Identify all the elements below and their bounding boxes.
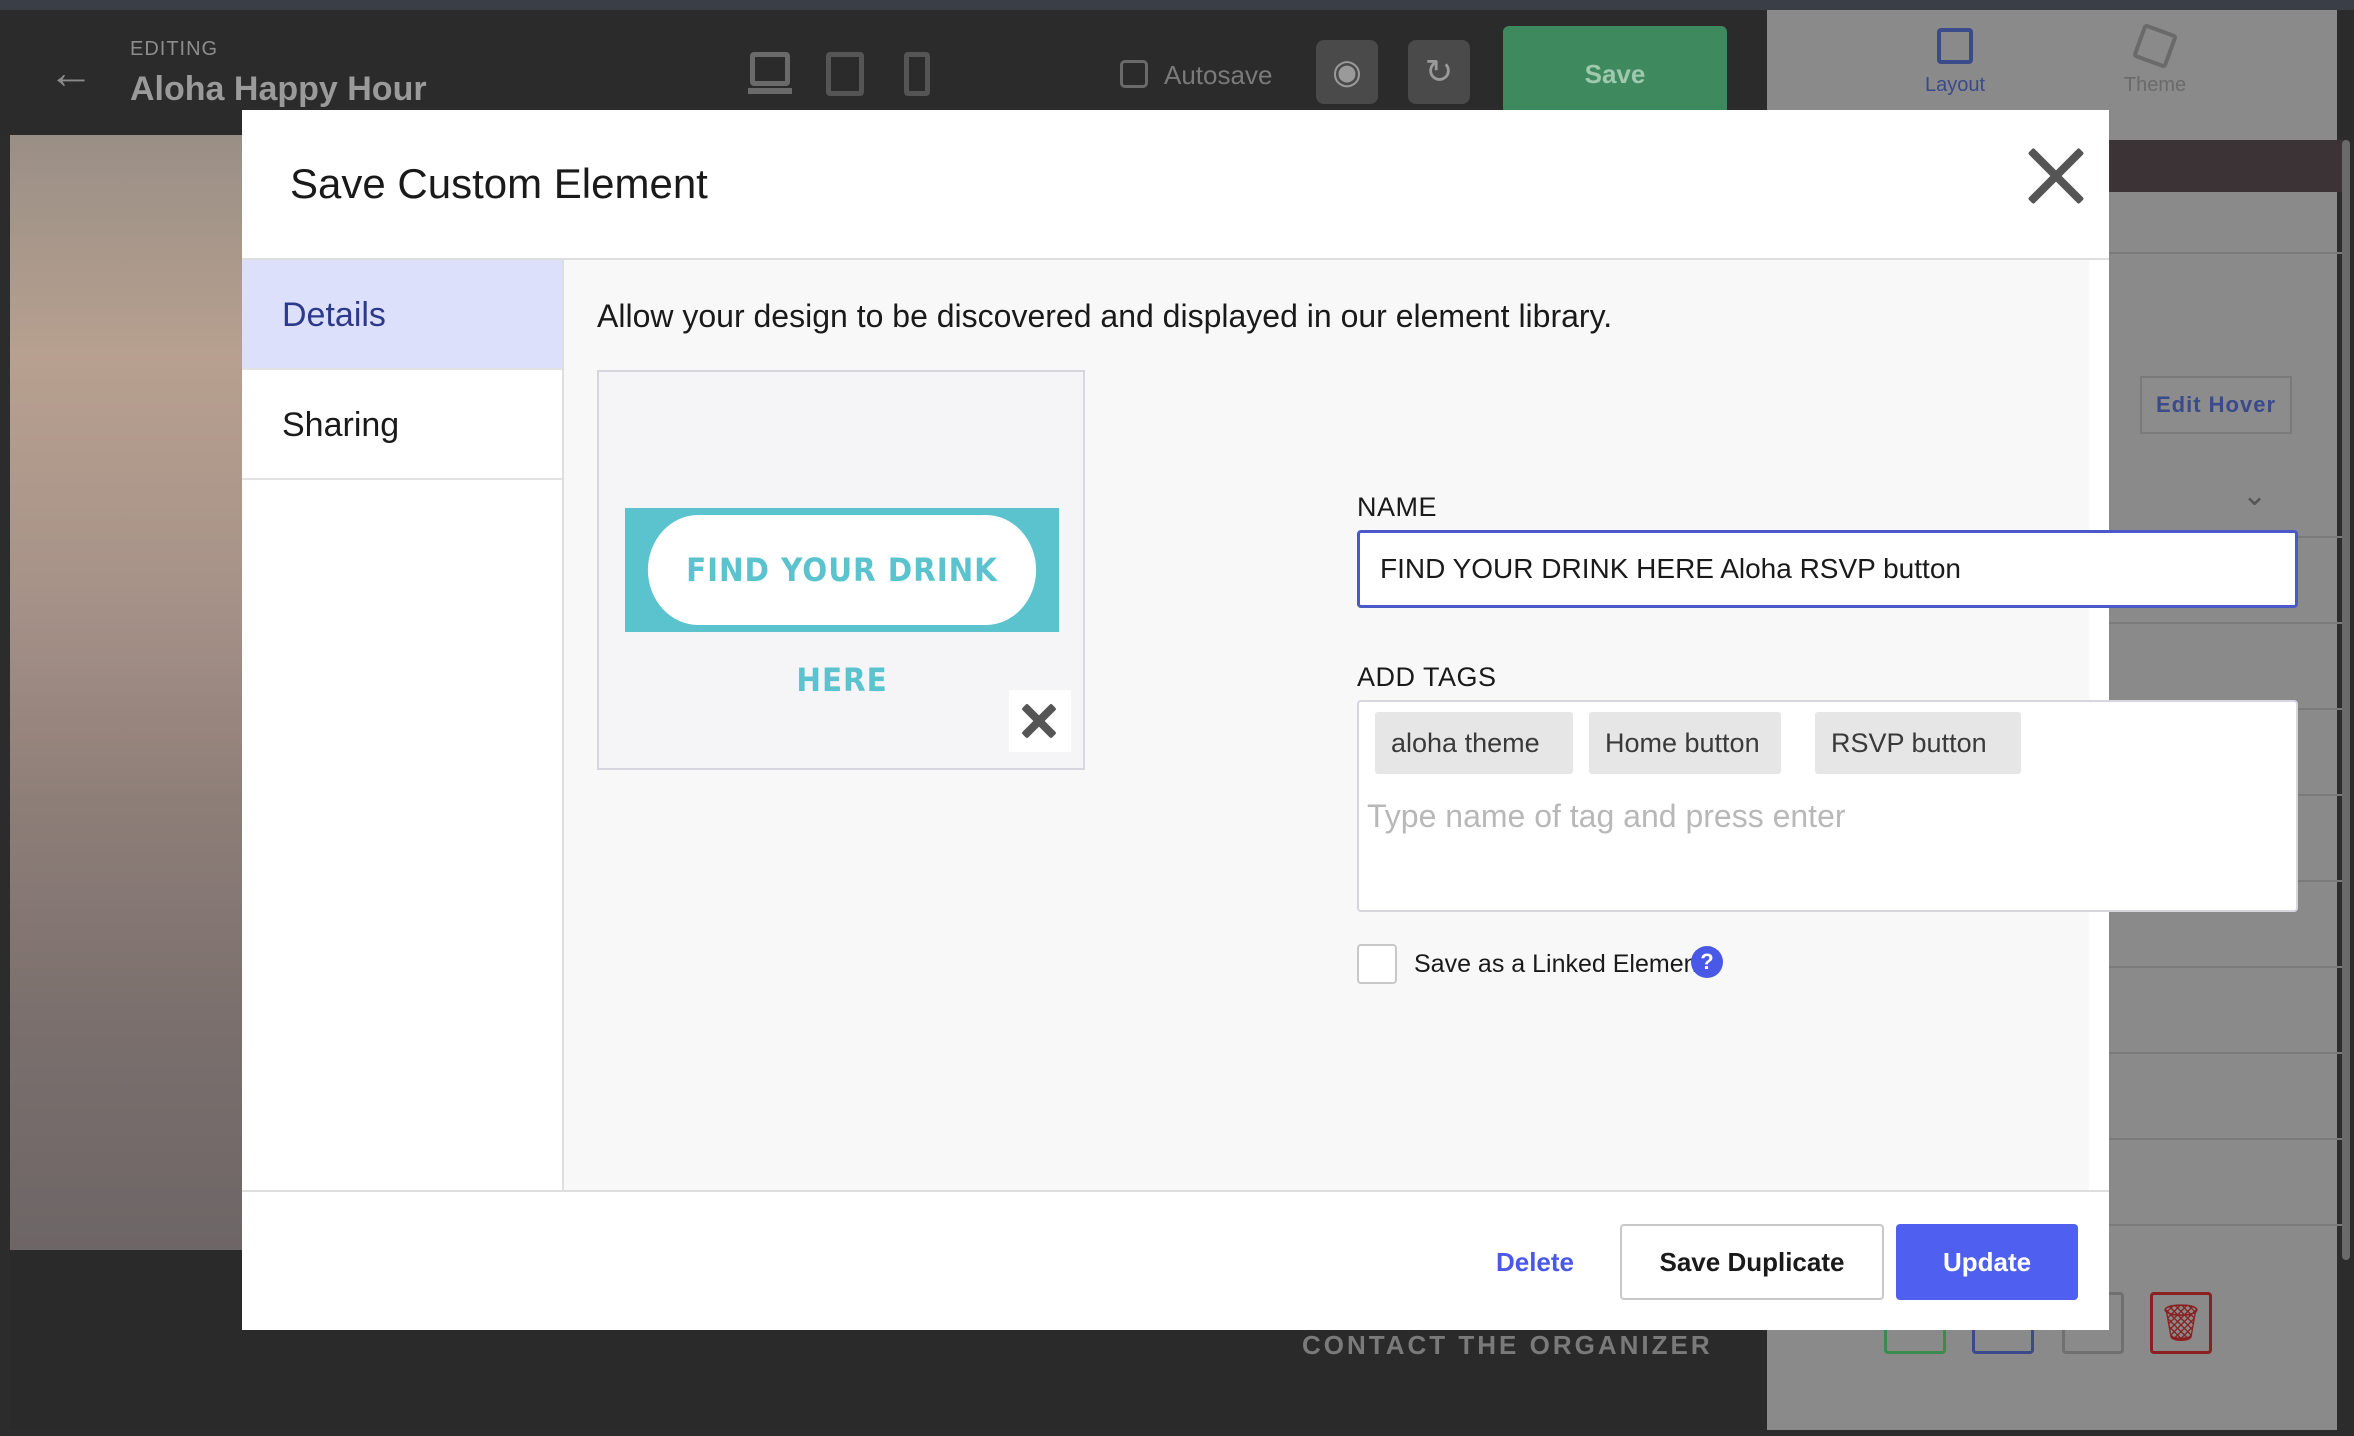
modal-sidebar: Details Sharing: [242, 260, 564, 1190]
tab-layout-label: Layout: [1924, 74, 1986, 96]
tab-sharing[interactable]: Sharing: [242, 370, 562, 480]
right-panel-header-strip: [2106, 140, 2346, 192]
project-title: Aloha Happy Hour: [130, 70, 427, 108]
right-panel-divider: [2106, 966, 2346, 968]
tag-chip[interactable]: RSVP button: [1815, 712, 2021, 774]
edit-hover-button[interactable]: Edit Hover: [2140, 376, 2292, 434]
save-duplicate-button[interactable]: Save Duplicate: [1620, 1224, 1884, 1300]
right-panel-divider: [2106, 1052, 2346, 1054]
autosave-checkbox[interactable]: [1120, 60, 1148, 88]
tablet-view-icon[interactable]: [826, 52, 864, 96]
update-button[interactable]: Update: [1896, 1224, 2078, 1300]
preview-button-frame: FIND YOUR DRINK HERE: [625, 508, 1059, 699]
top-save-button[interactable]: Save: [1503, 26, 1727, 122]
right-panel-divider: [2106, 1138, 2346, 1140]
save-custom-element-modal: Save Custom Element Details Sharing Allo…: [242, 110, 2298, 1330]
modal-footer: Delete Save Duplicate Update: [242, 1190, 2109, 1330]
modal-header: Save Custom Element: [242, 110, 2109, 260]
chevron-down-icon[interactable]: ⌄: [2242, 478, 2267, 513]
delete-button[interactable]: Delete: [1460, 1224, 1610, 1300]
right-panel-divider: [2106, 252, 2346, 254]
name-label: NAME: [1357, 492, 1438, 522]
intro-text: Allow your design to be discovered and d…: [597, 298, 1613, 334]
tab-details[interactable]: Details: [242, 260, 562, 370]
tab-layout[interactable]: Layout: [1890, 28, 2020, 97]
back-arrow-icon[interactable]: ←: [48, 49, 94, 95]
layout-icon: [1937, 28, 1973, 64]
tag-chip[interactable]: Home button: [1589, 712, 1781, 774]
modal-content: Allow your design to be discovered and d…: [564, 260, 2298, 1190]
close-icon[interactable]: [2022, 144, 2088, 210]
tag-input[interactable]: [1367, 786, 2267, 846]
name-input[interactable]: [1357, 530, 2298, 608]
preview-button: FIND YOUR DRINK HERE: [647, 515, 1037, 699]
window-top-strip: [0, 0, 2354, 10]
remove-preview-icon[interactable]: [1009, 690, 1071, 752]
phone-view-icon[interactable]: [904, 52, 930, 96]
right-panel-scrollbar[interactable]: [2342, 140, 2350, 1260]
right-panel-divider: [2106, 1224, 2346, 1226]
desktop-view-icon[interactable]: [750, 52, 790, 86]
linked-element-checkbox[interactable]: [1357, 944, 1397, 984]
contact-organizer-text: CONTACT THE ORGANIZER: [1302, 1330, 1713, 1360]
trash-icon[interactable]: 🗑: [2150, 1292, 2212, 1354]
tab-theme-label: Theme: [2123, 74, 2187, 96]
autosave-label: Autosave: [1164, 60, 1273, 90]
modal-title: Save Custom Element: [290, 160, 708, 207]
linked-element-label: Save as a Linked Element: [1414, 950, 1705, 978]
tab-theme[interactable]: Theme: [2090, 22, 2220, 97]
history-icon[interactable]: ↻: [1408, 40, 1470, 104]
right-panel-divider: [2106, 622, 2346, 624]
element-preview: FIND YOUR DRINK HERE: [597, 370, 1085, 770]
preview-eye-icon[interactable]: ◉: [1316, 40, 1378, 104]
tags-label: ADD TAGS: [1357, 662, 1497, 692]
tags-field[interactable]: aloha theme Home button RSVP button: [1357, 700, 2298, 912]
editing-label: EDITING: [130, 38, 219, 60]
help-icon[interactable]: ?: [1691, 946, 1723, 978]
theme-icon: [2131, 22, 2179, 70]
tag-chip[interactable]: aloha theme: [1375, 712, 1573, 774]
desktop-view-icon-base: [748, 88, 792, 94]
